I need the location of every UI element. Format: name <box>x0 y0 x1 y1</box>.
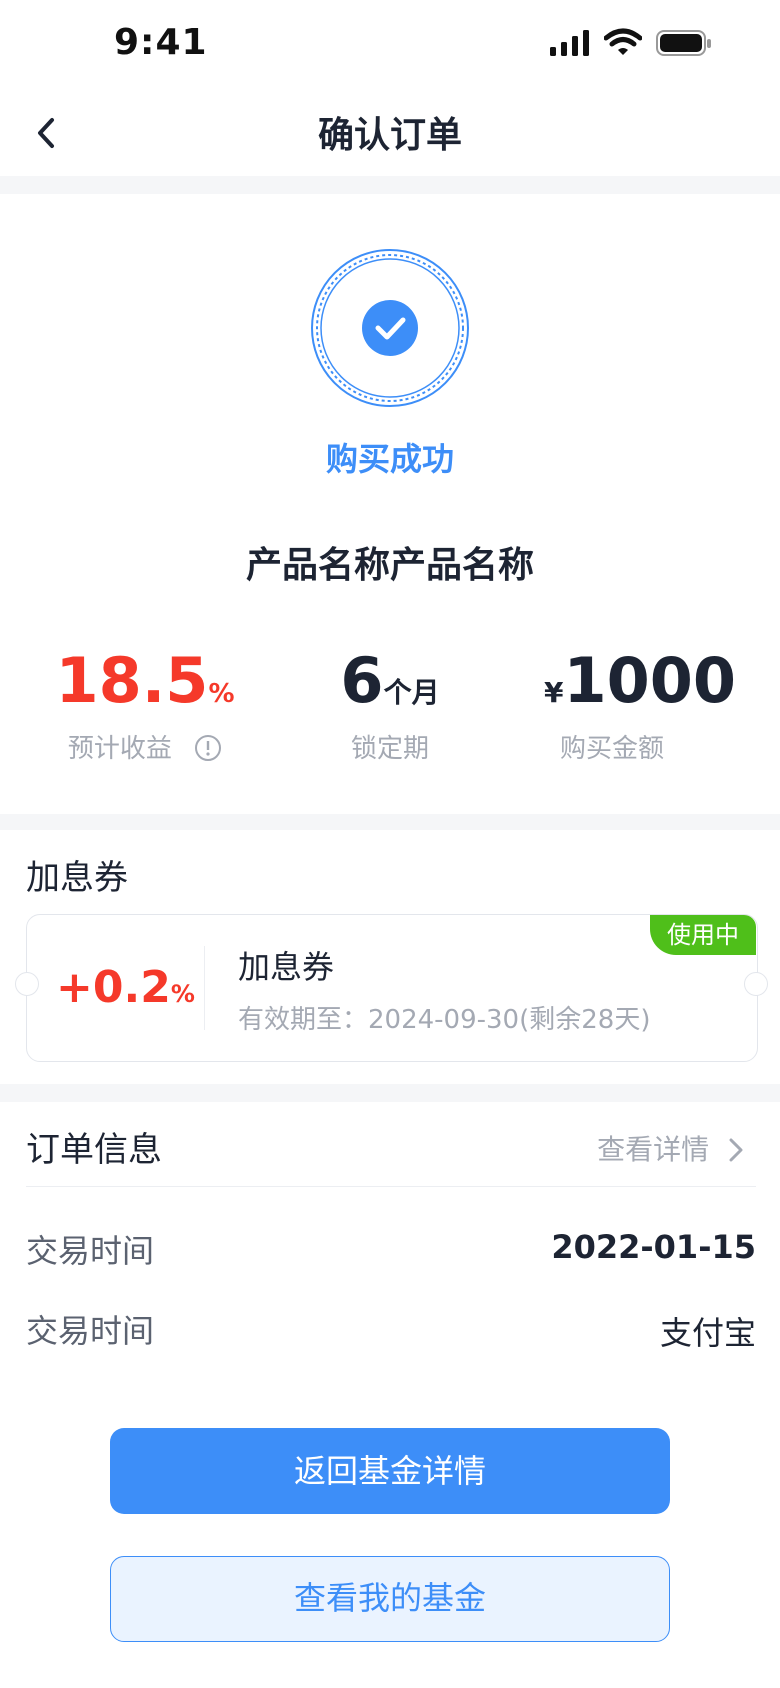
signal-icon <box>550 30 589 56</box>
purchase-amount-value: 1000 <box>563 644 737 717</box>
lock-period-value: 6 <box>340 644 384 717</box>
coupon-value: +0.2% <box>56 962 195 1013</box>
view-details-label: 查看详情 <box>597 1133 710 1166</box>
chevron-right-icon <box>729 1138 743 1162</box>
coupon-section-title: 加息券 <box>26 858 128 898</box>
purchase-amount-label: 购买金额 <box>559 734 664 764</box>
coupon-divider <box>204 946 205 1030</box>
trade-time-label: 交易时间 <box>26 1232 155 1270</box>
lock-period: 6个月 <box>290 644 490 717</box>
expected-return-unit: % <box>208 679 235 709</box>
lock-period-label: 锁定期 <box>350 734 429 764</box>
coupon-value-number: +0.2 <box>56 962 171 1013</box>
coupon-validity: 有效期至：2024-09-30(剩余28天) <box>238 1005 651 1035</box>
expected-return: 18.5% <box>40 644 250 717</box>
order-divider <box>26 1186 756 1187</box>
status-time: 9:41 <box>114 22 208 63</box>
battery-icon <box>656 30 711 56</box>
back-to-fund-button[interactable]: 返回基金详情 <box>110 1428 670 1514</box>
coupon-value-unit: % <box>170 980 195 1008</box>
coupon-notch-right <box>744 972 768 996</box>
in-use-badge: 使用中 <box>650 915 756 955</box>
coupon-name: 加息券 <box>238 948 335 986</box>
view-details-link[interactable]: 查看详情 <box>597 1128 746 1168</box>
currency-symbol: ¥ <box>543 676 564 709</box>
info-icon[interactable] <box>194 734 222 762</box>
wifi-icon <box>604 28 642 55</box>
page-title: 确认订单 <box>317 115 462 156</box>
success-check-icon <box>311 249 469 407</box>
expected-return-label-row: 预计收益 <box>40 728 250 765</box>
trade-time-value: 2022-01-15 <box>551 1228 756 1266</box>
order-info-title: 订单信息 <box>26 1130 162 1170</box>
coupon-notch-left <box>15 972 39 996</box>
success-text: 购买成功 <box>325 440 454 478</box>
payment-label: 交易时间 <box>26 1312 155 1350</box>
payment-value: 支付宝 <box>659 1314 756 1352</box>
view-my-fund-button[interactable]: 查看我的基金 <box>110 1556 670 1642</box>
lock-period-unit: 个月 <box>383 676 440 709</box>
product-name: 产品名称产品名称 <box>245 545 534 586</box>
expected-return-label: 预计收益 <box>67 734 172 764</box>
purchase-amount: ¥1000 <box>530 644 750 717</box>
expected-return-value: 18.5 <box>55 644 209 717</box>
